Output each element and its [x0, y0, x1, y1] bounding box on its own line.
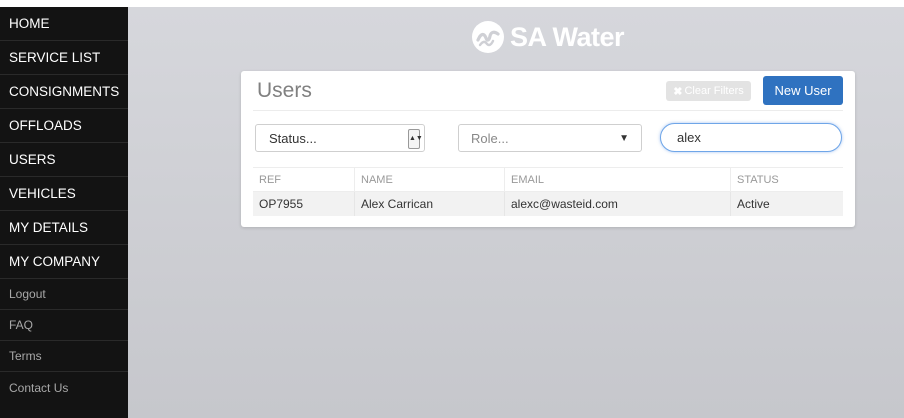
table-row[interactable]: OP7955 Alex Carrican alexc@wasteid.com A…	[253, 191, 843, 216]
cell-email: alexc@wasteid.com	[504, 191, 731, 216]
sidebar-item-home[interactable]: HOME	[0, 7, 128, 41]
sidebar-item-label: Contact Us	[9, 380, 69, 395]
new-user-label: New User	[774, 83, 832, 98]
chevron-down-icon: ▼	[619, 133, 629, 144]
sidebar-item-label: SERVICE LIST	[9, 50, 101, 65]
column-header-status[interactable]: STATUS	[730, 167, 843, 192]
sidebar-item-label: MY COMPANY	[9, 254, 101, 269]
sidebar-item-my-company[interactable]: MY COMPANY	[0, 245, 128, 279]
sidebar-item-label: MY DETAILS	[9, 220, 89, 235]
sidebar-item-offloads[interactable]: OFFLOADS	[0, 109, 128, 143]
sidebar-item-label: VEHICLES	[9, 186, 76, 201]
status-select-value: Status...	[269, 131, 317, 146]
sidebar-item-logout[interactable]: Logout	[0, 279, 128, 310]
clear-filters-button[interactable]: ✖ Clear Filters	[666, 81, 751, 101]
sidebar-item-users[interactable]: USERS	[0, 143, 128, 177]
sidebar-item-my-details[interactable]: MY DETAILS	[0, 211, 128, 245]
cell-status: Active	[730, 191, 843, 216]
sa-water-wave-logo-icon	[472, 21, 504, 53]
status-select[interactable]: Status... ▲▼	[255, 124, 425, 152]
cell-ref: OP7955	[253, 191, 355, 216]
sidebar-item-contact-us[interactable]: Contact Us	[0, 372, 128, 403]
clear-filters-label: Clear Filters	[684, 85, 744, 97]
sidebar-item-vehicles[interactable]: VEHICLES	[0, 177, 128, 211]
cell-name: Alex Carrican	[354, 191, 505, 216]
sidebar-item-faq[interactable]: FAQ	[0, 310, 128, 341]
page-title: Users	[257, 79, 312, 102]
close-icon: ✖	[673, 85, 683, 98]
brand-logo: SA Water	[472, 21, 625, 53]
sidebar-item-label: CONSIGNMENTS	[9, 84, 120, 99]
new-user-button[interactable]: New User	[763, 76, 843, 105]
table-header-row: REF NAME EMAIL STATUS	[253, 167, 843, 192]
sidebar-item-label: FAQ	[9, 318, 34, 332]
role-select[interactable]: Role... ▼	[458, 124, 642, 152]
column-header-email[interactable]: EMAIL	[504, 167, 731, 192]
brand-name: SA Water	[510, 21, 625, 52]
select-stepper-icon: ▲▼	[408, 129, 423, 149]
sidebar-item-label: Terms	[9, 349, 42, 363]
users-table: REF NAME EMAIL STATUS OP7955 Alex Carric…	[253, 167, 843, 216]
sidebar-item-service-list[interactable]: SERVICE LIST	[0, 41, 128, 75]
search-input[interactable]	[660, 123, 842, 152]
column-header-ref[interactable]: REF	[253, 167, 355, 192]
sidebar-item-label: USERS	[9, 152, 56, 167]
column-header-name[interactable]: NAME	[354, 167, 505, 192]
sidebar-item-label: HOME	[9, 16, 50, 31]
divider	[253, 110, 843, 111]
users-card: Users ✖ Clear Filters New User Status... …	[241, 71, 855, 227]
sidebar-item-consignments[interactable]: CONSIGNMENTS	[0, 75, 128, 109]
sidebar-item-label: Logout	[9, 287, 46, 301]
sidebar-item-label: OFFLOADS	[9, 118, 82, 133]
role-select-placeholder: Role...	[471, 131, 509, 146]
main-content: SA Water Users ✖ Clear Filters New User S…	[128, 7, 904, 418]
sidebar: HOME SERVICE LIST CONSIGNMENTS OFFLOADS …	[0, 7, 128, 418]
sidebar-item-terms[interactable]: Terms	[0, 341, 128, 372]
